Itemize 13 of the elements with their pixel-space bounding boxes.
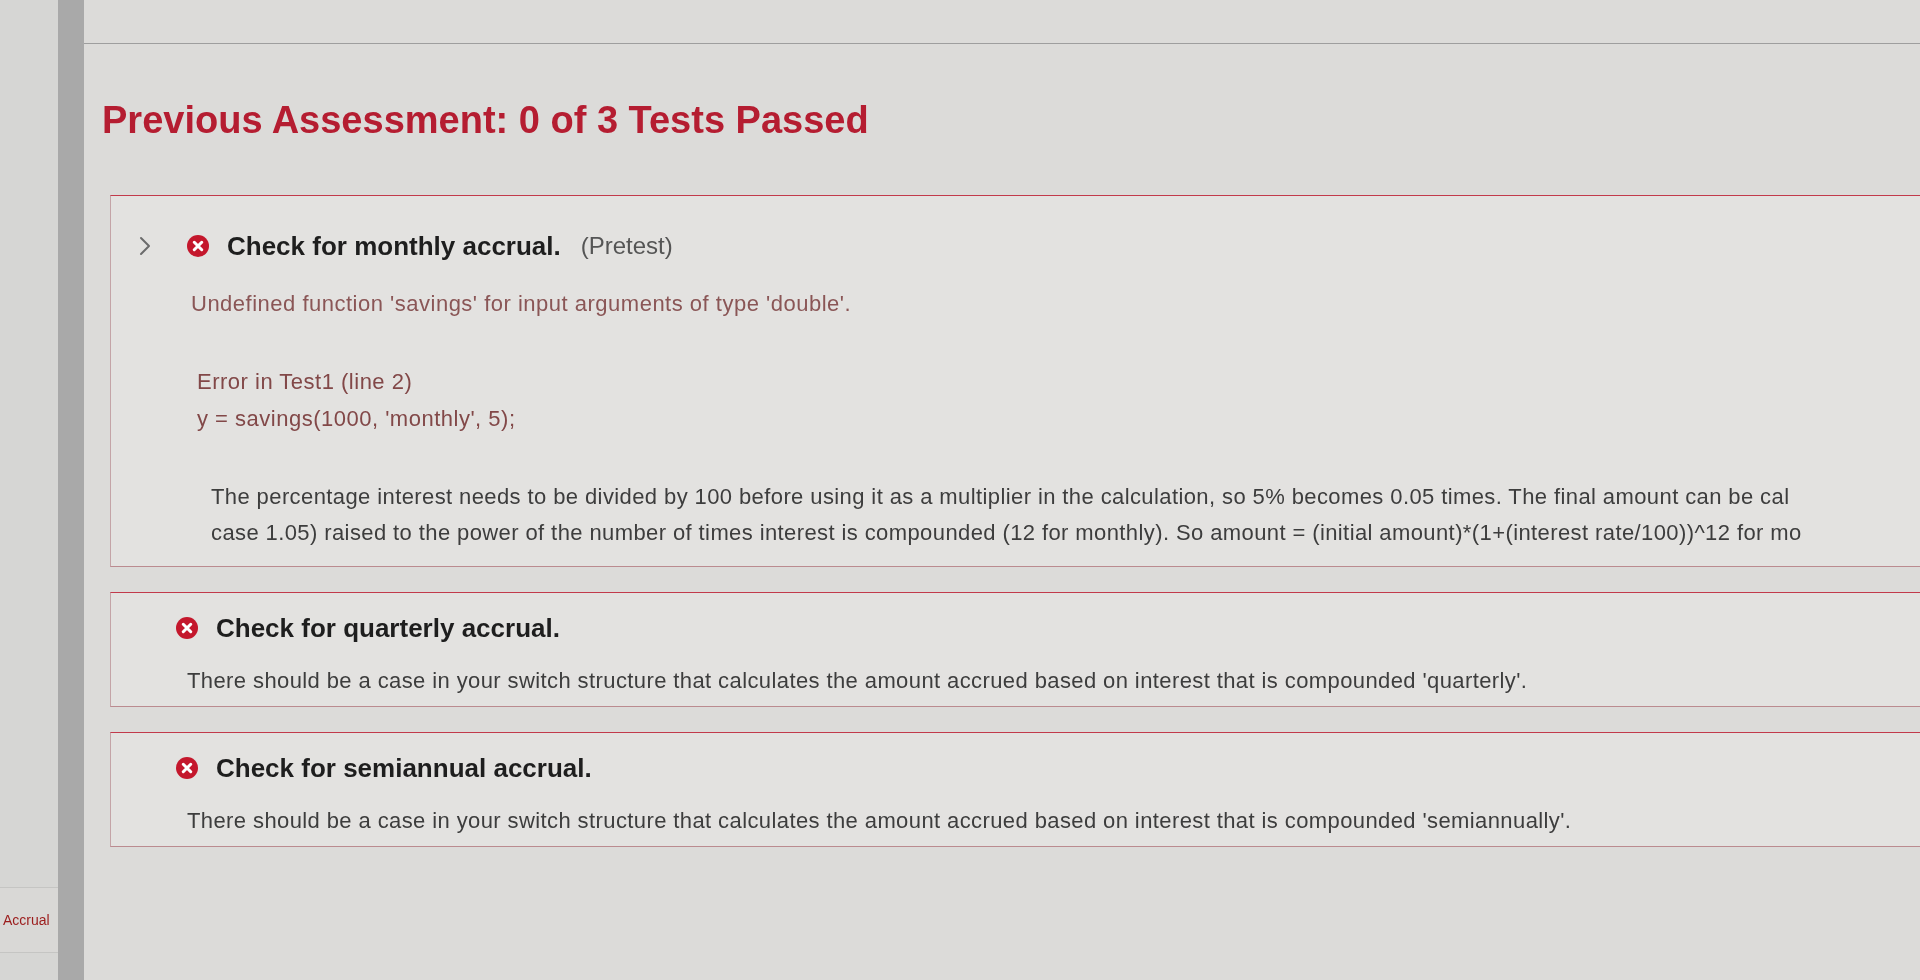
test-title: Check for monthly accrual. bbox=[227, 230, 561, 262]
test-title: Check for quarterly accrual. bbox=[216, 612, 560, 644]
error-code-line: y = savings(1000, 'monthly', 5); bbox=[197, 405, 516, 433]
feedback-text: There should be a case in your switch structure that calculates the amount accrued based on interest that is compounded 'quarterly'. bbox=[187, 667, 1528, 695]
chevron-right-icon[interactable] bbox=[139, 236, 151, 256]
feedback-text: The percentage interest needs to be divided by 100 before using it as a multiplier in the calculation, so 5% becomes 0.05 times. The final amount can be cal case 1.05) raised to the power of the number of times interest is compounded (12 for monthly). So amount = (initial amount)*(1+(interest rate/100))^12 for mo bbox=[211, 483, 1802, 547]
test-title: Check for semiannual accrual. bbox=[216, 752, 592, 784]
feedback-text: There should be a case in your switch structure that calculates the amount accrued based on interest that is compounded 'semiannually'. bbox=[187, 807, 1572, 835]
sidebar-item[interactable]: Accrual bbox=[0, 887, 58, 953]
error-message: Undefined function 'savings' for input arguments of type 'double'. bbox=[191, 290, 852, 318]
test-type-label: (Pretest) bbox=[580, 231, 673, 261]
error-location: Error in Test1 (line 2) bbox=[197, 368, 413, 396]
assessment-heading: Previous Assessment: 0 of 3 Tests Passed bbox=[102, 101, 869, 139]
